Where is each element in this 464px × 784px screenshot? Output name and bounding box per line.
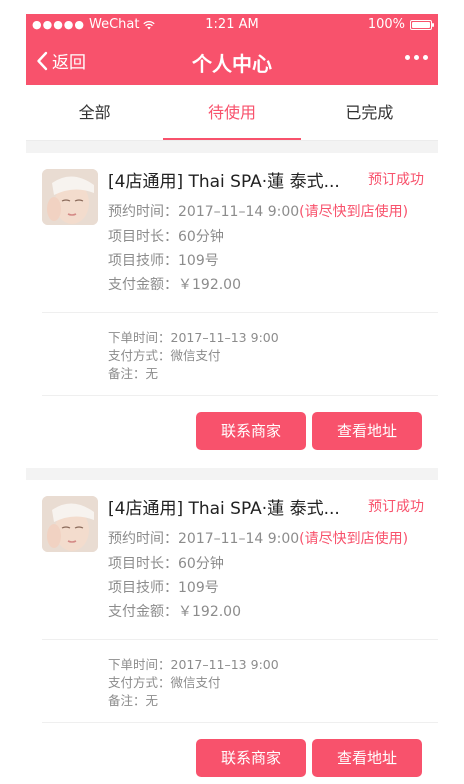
order-title: [4店通用] Thai SPA·蓮 泰式... xyxy=(108,499,340,519)
remark-value: 无 xyxy=(145,366,159,381)
contact-merchant-button[interactable]: 联系商家 xyxy=(196,412,306,450)
more-options-button[interactable] xyxy=(405,55,428,60)
remark-label: 备注： xyxy=(108,366,146,381)
amount-row: 支付金额：￥192.00 xyxy=(108,274,241,294)
duration-row: 项目时长：60分钟 xyxy=(108,226,224,246)
section-gap xyxy=(26,141,438,153)
battery-icon xyxy=(410,19,434,30)
technician-label: 项目技师： xyxy=(108,580,178,596)
order-time-label: 下单时间： xyxy=(108,657,171,672)
page-title: 个人中心 xyxy=(192,52,272,76)
back-label: 返回 xyxy=(52,53,86,73)
more-dot-icon xyxy=(414,55,419,60)
nav-bar: 返回 个人中心 xyxy=(26,36,438,85)
order-details: 下单时间：2017–11–13 9:00 支付方式：微信支付 备注：无 xyxy=(26,313,438,395)
order-card: [4店通用] Thai SPA·蓮 泰式... 预订成功 预约时间：2017–1… xyxy=(26,153,438,468)
service-thumbnail xyxy=(42,496,98,552)
order-time-label: 下单时间： xyxy=(108,330,171,345)
duration-label: 项目时长： xyxy=(108,556,178,572)
order-card: [4店通用] Thai SPA·蓮 泰式... 预订成功 预约时间：2017–1… xyxy=(26,480,438,784)
appointment-label: 预约时间： xyxy=(108,204,178,220)
section-gap xyxy=(26,468,438,480)
order-title: [4店通用] Thai SPA·蓮 泰式... xyxy=(108,172,340,192)
appointment-row: 预约时间：2017–11–14 9:00(请尽快到店使用) xyxy=(108,201,408,221)
tab-bar: 全部 待使用 已完成 xyxy=(26,85,438,141)
order-time-value: 2017–11–13 9:00 xyxy=(170,657,279,672)
service-thumbnail xyxy=(42,169,98,225)
amount-value: ￥192.00 xyxy=(178,604,241,620)
status-badge: 预订成功 xyxy=(368,172,424,188)
technician-row: 项目技师：109号 xyxy=(108,250,219,270)
payment-value: 微信支付 xyxy=(170,348,221,363)
technician-label: 项目技师： xyxy=(108,253,178,269)
more-dot-icon xyxy=(405,55,410,60)
header: ●●●●● WeChat 1:21 AM 100% 返回 个人中心 xyxy=(26,14,438,85)
phone-screen: ●●●●● WeChat 1:21 AM 100% 返回 个人中心 全部 待使用… xyxy=(26,14,438,784)
order-time-row: 下单时间：2017–11–13 9:00 xyxy=(108,654,279,673)
amount-row: 支付金额：￥192.00 xyxy=(108,601,241,621)
tab-completed[interactable]: 已完成 xyxy=(301,85,438,140)
order-time-row: 下单时间：2017–11–13 9:00 xyxy=(108,327,279,346)
technician-row: 项目技师：109号 xyxy=(108,577,219,597)
more-dot-icon xyxy=(423,55,428,60)
payment-row: 支付方式：微信支付 xyxy=(108,672,221,691)
appointment-time: 2017–11–14 9:00 xyxy=(178,531,300,547)
order-actions: 联系商家 查看地址 xyxy=(42,722,438,784)
technician-value: 109号 xyxy=(178,580,219,596)
tab-pending[interactable]: 待使用 xyxy=(163,85,301,140)
payment-label: 支付方式： xyxy=(108,675,171,690)
battery-percent: 100% xyxy=(367,17,405,32)
back-button[interactable]: 返回 xyxy=(36,48,86,73)
duration-row: 项目时长：60分钟 xyxy=(108,553,224,573)
remark-label: 备注： xyxy=(108,693,146,708)
duration-value: 60分钟 xyxy=(178,229,224,245)
contact-merchant-button[interactable]: 联系商家 xyxy=(196,739,306,777)
order-summary[interactable]: [4店通用] Thai SPA·蓮 泰式... 预订成功 预约时间：2017–1… xyxy=(26,480,438,627)
tab-all[interactable]: 全部 xyxy=(26,85,163,140)
order-time-value: 2017–11–13 9:00 xyxy=(170,330,279,345)
view-address-button[interactable]: 查看地址 xyxy=(312,739,422,777)
status-right: 100% xyxy=(367,17,434,32)
order-summary[interactable]: [4店通用] Thai SPA·蓮 泰式... 预订成功 预约时间：2017–1… xyxy=(26,153,438,300)
payment-row: 支付方式：微信支付 xyxy=(108,345,221,364)
status-badge: 预订成功 xyxy=(368,499,424,515)
appointment-time: 2017–11–14 9:00 xyxy=(178,204,300,220)
status-bar: ●●●●● WeChat 1:21 AM 100% xyxy=(26,14,438,36)
duration-label: 项目时长： xyxy=(108,229,178,245)
chevron-left-icon xyxy=(37,51,48,70)
amount-label: 支付金额： xyxy=(108,604,178,620)
amount-value: ￥192.00 xyxy=(178,277,241,293)
remark-row: 备注：无 xyxy=(108,690,158,709)
appointment-label: 预约时间： xyxy=(108,531,178,547)
appointment-note: (请尽快到店使用) xyxy=(299,204,409,220)
order-details: 下单时间：2017–11–13 9:00 支付方式：微信支付 备注：无 xyxy=(26,640,438,722)
payment-label: 支付方式： xyxy=(108,348,171,363)
appointment-row: 预约时间：2017–11–14 9:00(请尽快到店使用) xyxy=(108,528,408,548)
remark-value: 无 xyxy=(145,693,159,708)
technician-value: 109号 xyxy=(178,253,219,269)
order-actions: 联系商家 查看地址 xyxy=(42,395,438,468)
appointment-note: (请尽快到店使用) xyxy=(299,531,409,547)
duration-value: 60分钟 xyxy=(178,556,224,572)
remark-row: 备注：无 xyxy=(108,363,158,382)
payment-value: 微信支付 xyxy=(170,675,221,690)
view-address-button[interactable]: 查看地址 xyxy=(312,412,422,450)
amount-label: 支付金额： xyxy=(108,277,178,293)
